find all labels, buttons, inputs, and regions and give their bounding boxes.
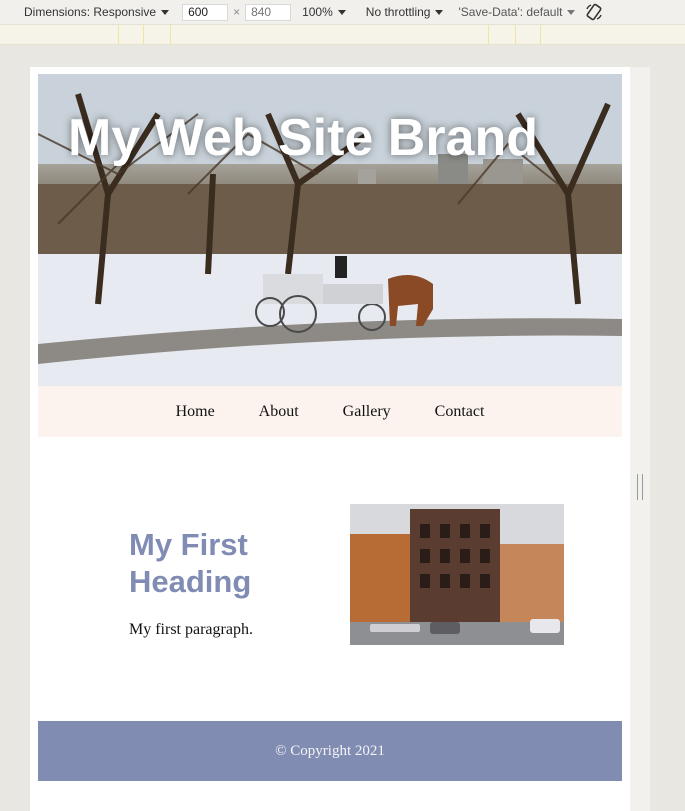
nav-link-gallery[interactable]: Gallery (343, 403, 391, 421)
rotate-icon[interactable] (585, 3, 603, 21)
dimensions-label: Dimensions: Responsive (24, 5, 157, 19)
nav-link-about[interactable]: About (259, 403, 299, 421)
copyright-text: © Copyright 2021 (275, 742, 385, 759)
page-paragraph: My first paragraph. (129, 621, 253, 638)
chevron-down-icon (161, 9, 170, 15)
chevron-down-icon (337, 9, 346, 15)
media-query-marker[interactable] (170, 25, 171, 45)
chevron-down-icon (567, 9, 576, 15)
hero-banner: My Web Site Brand (38, 74, 622, 386)
save-data-label: 'Save-Data': default (458, 5, 563, 19)
emulated-viewport: My Web Site Brand Home About Gallery Con… (30, 67, 630, 811)
site-footer: © Copyright 2021 (38, 721, 622, 781)
throttling-label: No throttling (365, 5, 431, 19)
zoom-label: 100% (302, 5, 333, 19)
media-query-marker[interactable] (118, 25, 119, 45)
viewport-gutter (630, 67, 650, 811)
media-query-marker[interactable] (488, 25, 489, 45)
nav-link-home[interactable]: Home (176, 403, 215, 421)
height-input[interactable] (245, 3, 292, 21)
site-brand: My Web Site Brand (68, 109, 539, 167)
times-separator: × (233, 5, 241, 19)
throttling-dropdown[interactable]: No throttling (366, 5, 444, 19)
street-photo (350, 504, 564, 645)
dimensions-dropdown[interactable]: Dimensions: Responsive (24, 5, 170, 19)
zoom-dropdown[interactable]: 100% (302, 5, 346, 19)
devtools-toolbar: Dimensions: Responsive × 100% No throttl… (0, 0, 685, 25)
media-query-marker[interactable] (540, 25, 541, 45)
brownstone-image (350, 504, 564, 645)
nav-link-contact[interactable]: Contact (435, 403, 485, 421)
site-nav: Home About Gallery Contact (38, 386, 622, 437)
chevron-down-icon (435, 9, 444, 15)
resize-handle[interactable] (637, 474, 643, 500)
page-heading: My First Heading (129, 527, 252, 599)
media-query-marker[interactable] (143, 25, 144, 45)
width-input[interactable] (182, 3, 229, 21)
save-data-dropdown[interactable]: 'Save-Data': default (458, 5, 576, 19)
media-query-marker[interactable] (515, 25, 516, 45)
media-query-bar[interactable] (0, 25, 685, 45)
